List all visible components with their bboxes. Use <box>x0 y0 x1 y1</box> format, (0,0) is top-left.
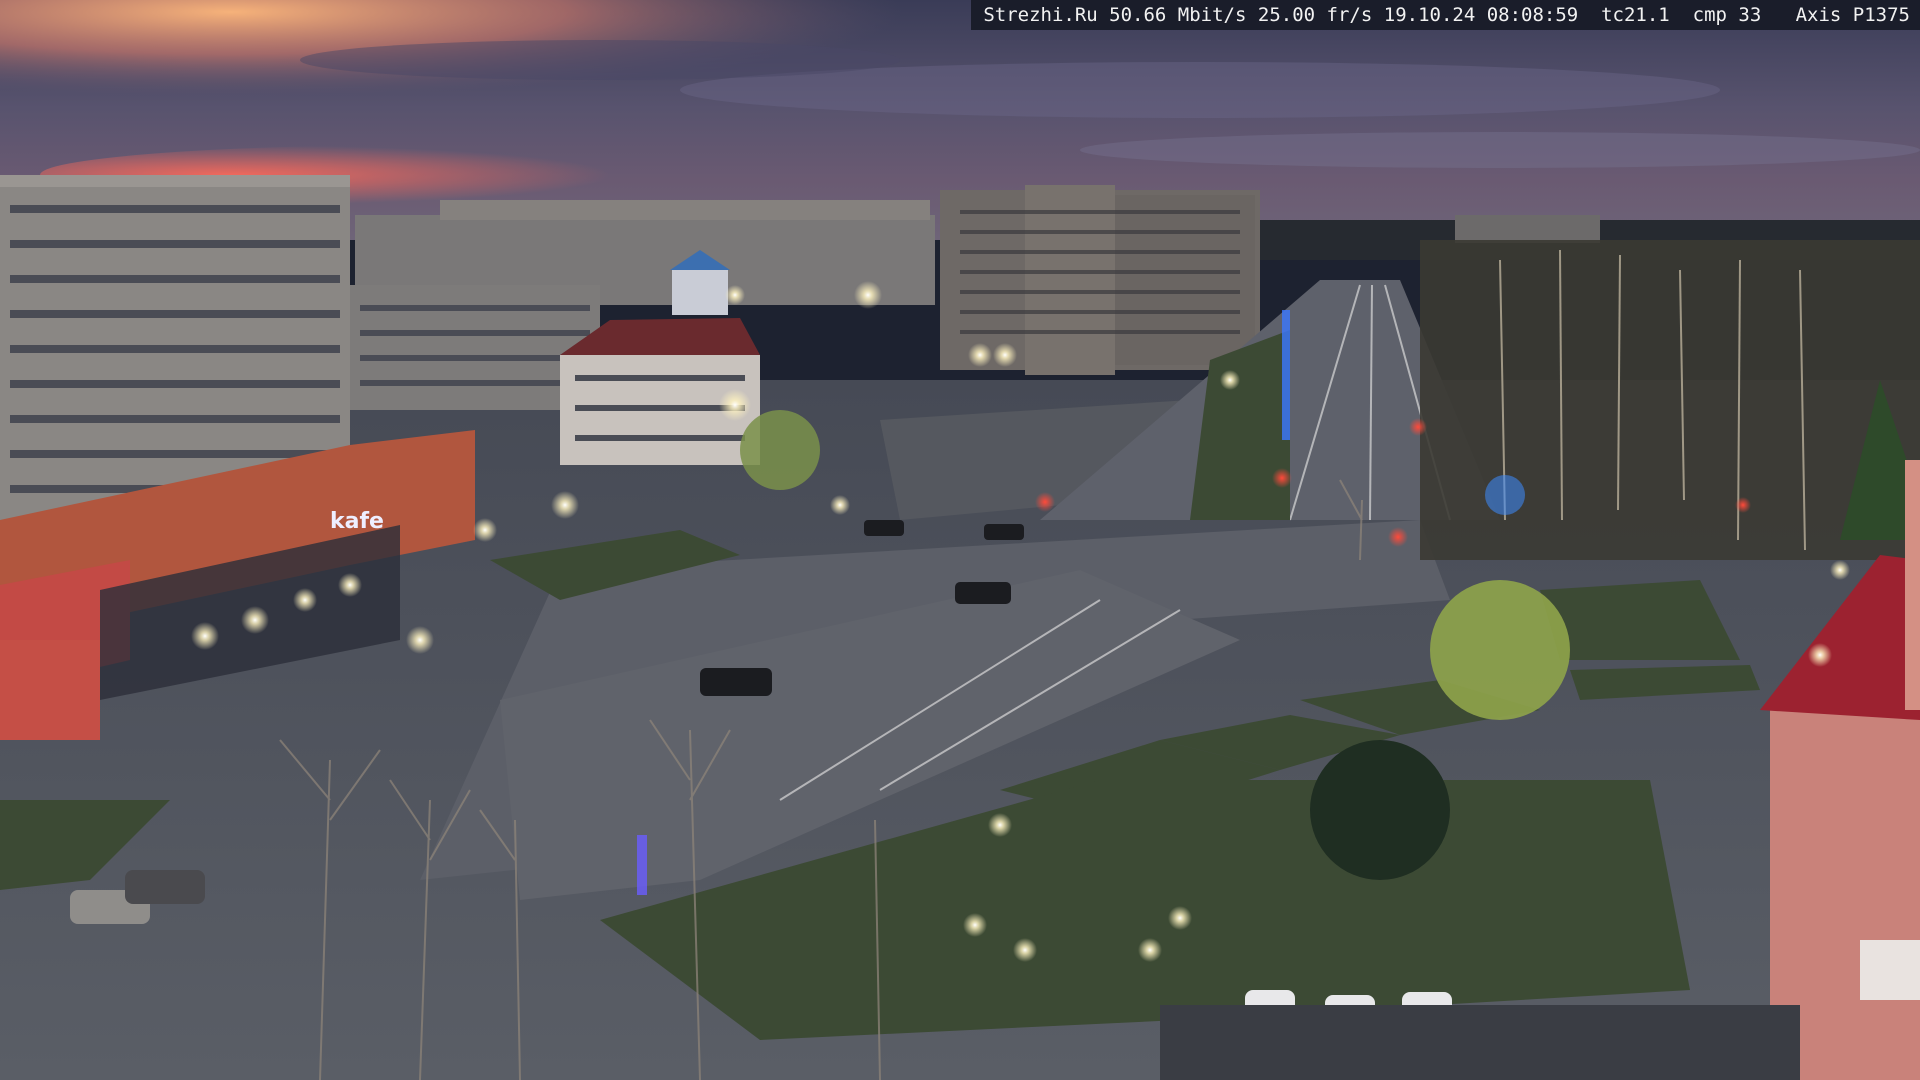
cmp-label: cmp 33 <box>1692 4 1762 26</box>
site-label: Strezhi.Ru <box>983 4 1098 26</box>
framerate-label: 25.00 fr/s <box>1257 4 1373 26</box>
datetime-label: 19.10.24 08:08:59 <box>1383 4 1579 26</box>
storefront-sign: kafe <box>330 509 384 534</box>
webcam-scene: kafe <box>0 0 1920 1080</box>
camera-model-label: Axis P1375 <box>1795 4 1910 26</box>
cloud <box>1080 132 1920 168</box>
cloud <box>300 40 900 80</box>
green-tree <box>740 410 820 490</box>
camera-view: kafe Strezhi.Ru 50.66 Mbit/s 25.00 fr/s … <box>0 0 1920 1080</box>
bitrate-label: 50.66 Mbit/s <box>1109 4 1247 26</box>
pine-tree <box>1310 740 1450 880</box>
parking-lot <box>1160 1005 1800 1080</box>
camera-overlay-bar: Strezhi.Ru 50.66 Mbit/s 25.00 fr/s 19.10… <box>971 0 1920 30</box>
green-tree <box>1430 580 1570 720</box>
tc-label: tc21.1 <box>1601 4 1670 26</box>
